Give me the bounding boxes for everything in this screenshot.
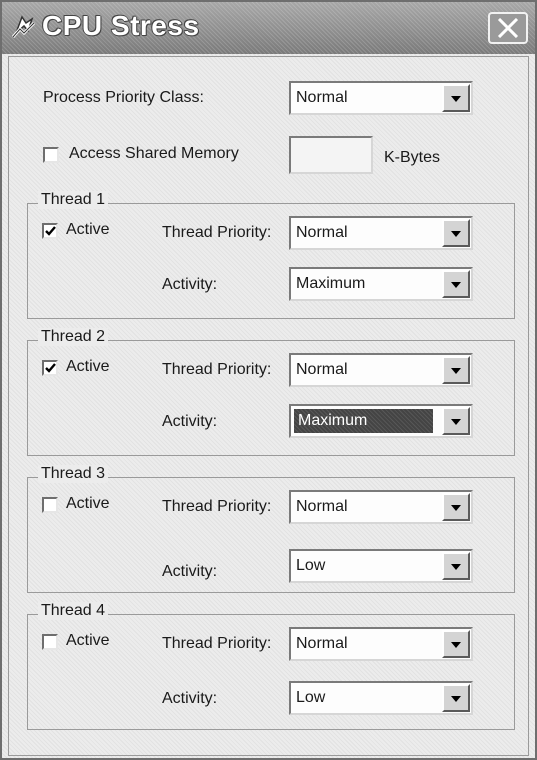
shared-memory-label: Access Shared Memory xyxy=(69,145,239,162)
thread-1-active-checkbox[interactable] xyxy=(42,223,58,239)
process-priority-value: Normal xyxy=(296,89,348,106)
thread-4-title: Thread 4 xyxy=(38,602,109,620)
thread-3-priority-label: Thread Priority: xyxy=(162,498,272,515)
chevron-down-icon[interactable] xyxy=(442,684,470,712)
thread-1-priority-label: Thread Priority: xyxy=(162,224,272,241)
thread-2-group: Thread 2 Active Thread Priority: Normal … xyxy=(27,328,515,456)
chevron-down-icon[interactable] xyxy=(442,552,470,580)
thread-3-activity-dropdown[interactable]: Low xyxy=(289,549,473,583)
thread-1-group: Thread 1 Active Thread Priority: Normal … xyxy=(27,191,515,319)
thread-3-activity-label: Activity: xyxy=(162,563,218,580)
thread-2-priority-label: Thread Priority: xyxy=(162,361,272,378)
chevron-down-icon[interactable] xyxy=(442,270,470,298)
thread-1-priority-value: Normal xyxy=(296,224,348,241)
thread-2-activity-dropdown[interactable]: Maximum xyxy=(289,404,473,438)
thread-2-activity-value: Maximum xyxy=(294,409,433,433)
thread-1-activity-dropdown[interactable]: Maximum xyxy=(289,267,473,301)
thread-3-activity-value: Low xyxy=(296,557,326,574)
thread-1-priority-dropdown[interactable]: Normal xyxy=(289,216,473,250)
thread-2-activity-label: Activity: xyxy=(162,413,218,430)
chevron-down-icon[interactable] xyxy=(442,84,470,112)
thread-1-title: Thread 1 xyxy=(38,191,109,209)
thread-4-group: Thread 4 Active Thread Priority: Normal … xyxy=(27,602,515,730)
shared-memory-unit: K-Bytes xyxy=(384,149,441,166)
close-icon xyxy=(497,18,519,38)
thread-4-active-checkbox[interactable] xyxy=(42,634,58,650)
process-priority-label: Process Priority Class: xyxy=(43,89,204,106)
chevron-down-icon[interactable] xyxy=(442,356,470,384)
thread-4-priority-dropdown[interactable]: Normal xyxy=(289,627,473,661)
thread-4-priority-value: Normal xyxy=(296,635,348,652)
checkmark-icon xyxy=(45,363,56,373)
close-button[interactable] xyxy=(488,12,528,44)
process-priority-dropdown[interactable]: Normal xyxy=(289,81,473,115)
thread-4-activity-value: Low xyxy=(296,689,326,706)
chevron-down-icon[interactable] xyxy=(442,407,470,435)
thread-1-activity-label: Activity: xyxy=(162,276,218,293)
window-title: CPU Stress xyxy=(42,10,200,41)
thread-2-priority-value: Normal xyxy=(296,361,348,378)
chevron-down-icon[interactable] xyxy=(442,219,470,247)
thread-2-active-checkbox[interactable] xyxy=(42,360,58,376)
thread-3-priority-value: Normal xyxy=(296,498,348,515)
cpu-stress-app-icon xyxy=(11,15,36,38)
thread-2-title: Thread 2 xyxy=(38,328,109,346)
cpu-stress-window: CPU Stress Process Priority Class: Norma… xyxy=(0,0,537,760)
checkmark-icon xyxy=(45,226,56,236)
thread-1-activity-value: Maximum xyxy=(296,275,366,292)
thread-2-active-label: Active xyxy=(66,358,110,375)
thread-3-active-checkbox[interactable] xyxy=(42,497,58,513)
thread-3-active-label: Active xyxy=(66,495,110,512)
thread-4-activity-label: Activity: xyxy=(162,690,218,707)
thread-1-active-label: Active xyxy=(66,221,110,238)
thread-4-active-label: Active xyxy=(66,632,110,649)
thread-2-priority-dropdown[interactable]: Normal xyxy=(289,353,473,387)
thread-3-group: Thread 3 Active Thread Priority: Normal … xyxy=(27,465,515,593)
thread-4-activity-dropdown[interactable]: Low xyxy=(289,681,473,715)
shared-memory-checkbox[interactable] xyxy=(43,147,59,163)
thread-3-title: Thread 3 xyxy=(38,465,109,483)
thread-3-priority-dropdown[interactable]: Normal xyxy=(289,490,473,524)
title-bar[interactable]: CPU Stress xyxy=(2,2,535,54)
thread-4-priority-label: Thread Priority: xyxy=(162,635,272,652)
dialog-client-area: Process Priority Class: Normal Access Sh… xyxy=(8,56,529,756)
shared-memory-size-input[interactable] xyxy=(289,136,373,174)
chevron-down-icon[interactable] xyxy=(442,630,470,658)
chevron-down-icon[interactable] xyxy=(442,493,470,521)
